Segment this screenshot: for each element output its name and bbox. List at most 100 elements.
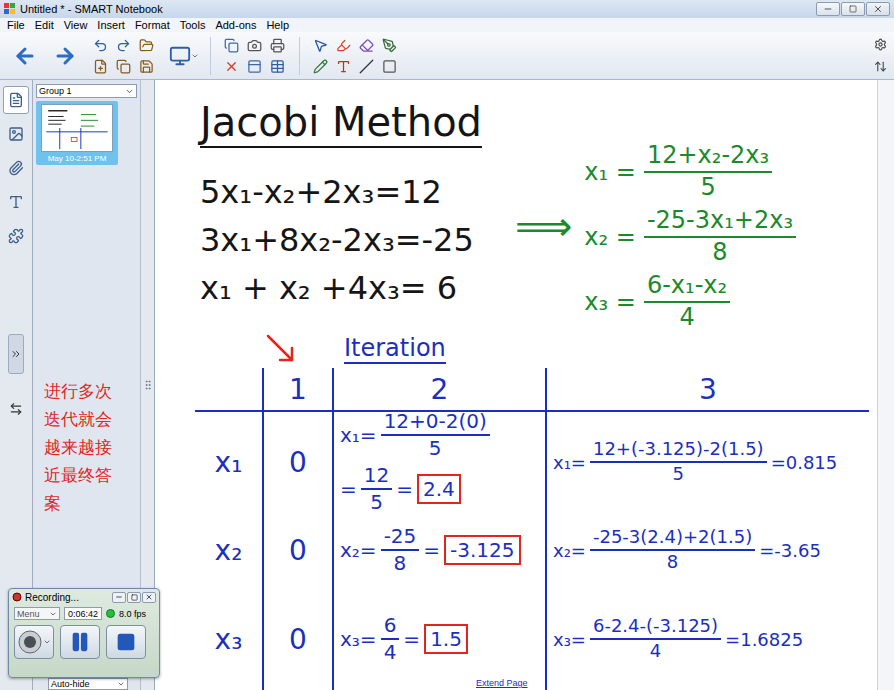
table-corner-cell [195,368,262,412]
side-tab[interactable] [3,154,29,182]
side-tab[interactable] [3,188,29,216]
arrow-right-icon [53,44,77,68]
column-header: 3 [545,368,869,412]
grip-icon [142,379,154,391]
recording-menu[interactable]: Menu [14,607,60,620]
eraser-button[interactable] [356,35,376,55]
drawing-tools [310,35,401,76]
denominator: 8 [667,551,678,573]
math-text: =0.815 [771,452,838,473]
math-line: x₂=-258=-3.125 [340,525,521,575]
numerator: 6-2.4-(-3.125) [590,616,721,640]
new-page-button[interactable] [90,56,110,76]
save-button[interactable] [136,56,156,76]
gear-icon [874,38,887,51]
extend-page-link[interactable]: Extend Page [473,678,531,688]
whiteboard-canvas[interactable]: Jacobi Method5x₁-x₂+2x₃=123x₁+8x₂-2x₃=-2… [155,80,877,690]
screen-shade-button[interactable] [244,56,264,76]
app-logo-icon [4,3,16,15]
denominator: 5 [370,490,383,514]
line-button[interactable] [356,56,376,76]
text-button[interactable] [333,56,353,76]
redo-icon [116,38,131,53]
menu-item[interactable]: Add-ons [210,18,261,32]
recording-title-bar: Recording... [9,589,159,605]
fraction: -258 [381,525,420,575]
close-button[interactable] [142,592,156,603]
initial-value: 0 [289,446,307,479]
side-tab[interactable] [3,120,29,148]
menu-item[interactable]: View [59,18,93,32]
settings-button[interactable] [872,37,888,53]
stop-button[interactable] [106,625,146,659]
initial-value: 0 [289,534,307,567]
restore-button[interactable] [127,592,141,603]
toolbar-position-button[interactable] [872,59,888,75]
shape-button[interactable] [379,56,399,76]
side-tab[interactable] [3,86,29,114]
page-thumbnail[interactable]: May 10-2:51 PM [36,101,118,165]
fraction: -25-3x₁+2x₃8 [644,207,796,266]
minimize-button[interactable] [112,592,126,603]
line-icon [359,59,374,74]
screen-capture-button[interactable] [244,35,264,55]
denominator: 8 [712,238,727,267]
stop-icon [116,632,136,652]
menu-item[interactable]: Tools [175,18,211,32]
back-button[interactable] [10,41,40,71]
restore-button[interactable] [841,2,865,16]
delete-button[interactable] [221,56,241,76]
auto-hide-label: Auto-hide [51,679,90,689]
resize-toggle[interactable] [9,402,23,416]
table-button[interactable] [267,56,287,76]
magic-pen-button[interactable] [379,35,399,55]
monitor-icon [169,45,191,67]
fraction: 12+x₂-2x₃5 [644,142,772,201]
display-button[interactable] [168,40,200,72]
undo-button[interactable] [90,35,110,55]
redo-button[interactable] [113,35,133,55]
denominator: 8 [394,551,407,575]
table-cell: 0 [262,412,332,512]
menu-item[interactable]: Help [261,18,294,32]
table-cell: x₂=-25-3(2.4)+2(1.5)8=-3.65 [545,512,869,588]
open-button[interactable] [136,35,156,55]
row-label: x₃ [195,588,262,690]
menu-item[interactable]: Edit [30,18,59,32]
fraction: 6-x₁-x₂4 [644,272,730,331]
fraction: 64 [381,614,400,664]
duplicate-button[interactable] [221,35,241,55]
math-line: x₃=64=1.5 [340,614,468,664]
select-button[interactable] [310,35,330,55]
menu-item[interactable]: Format [130,18,175,32]
table-cell: 0 [262,512,332,588]
paste-button[interactable] [113,56,133,76]
pen-button[interactable] [310,56,330,76]
numerator: 12+(-3.125)-2(1.5) [590,439,767,463]
collapse-handle[interactable] [8,334,24,374]
table-cell: x₁=12+(-3.125)-2(1.5)5=0.815 [545,412,869,512]
close-button[interactable] [866,2,890,16]
creative-pen-button[interactable] [333,35,353,55]
dropdown-icon [125,87,134,96]
record-button[interactable] [14,625,54,659]
note-text: 进行多次迭代就会越来越接近最终答案 [44,377,115,517]
minimize-button[interactable] [816,2,840,16]
right-scroll-strip [877,80,894,690]
math-line: x₃=6-2.4-(-3.125)4=1.6825 [553,616,803,661]
print-button[interactable] [267,35,287,55]
pause-icon [69,631,91,653]
menu-item[interactable]: File [2,18,30,32]
forward-button[interactable] [50,41,80,71]
group-select[interactable]: Group 1 [36,84,137,98]
minimize-icon [823,4,833,14]
side-tab[interactable] [3,222,29,250]
pause-button[interactable] [60,625,100,659]
math-line: x₂=-25-3(2.4)+2(1.5)8=-3.65 [553,527,821,572]
menu-item[interactable]: Insert [92,18,130,32]
toolbar [0,32,894,80]
auto-hide-select[interactable]: Auto-hide [48,678,128,690]
table-cell: 0 [262,588,332,690]
arrow-left-right-icon [9,402,23,416]
numerator: 12+0-2(0) [381,410,490,436]
